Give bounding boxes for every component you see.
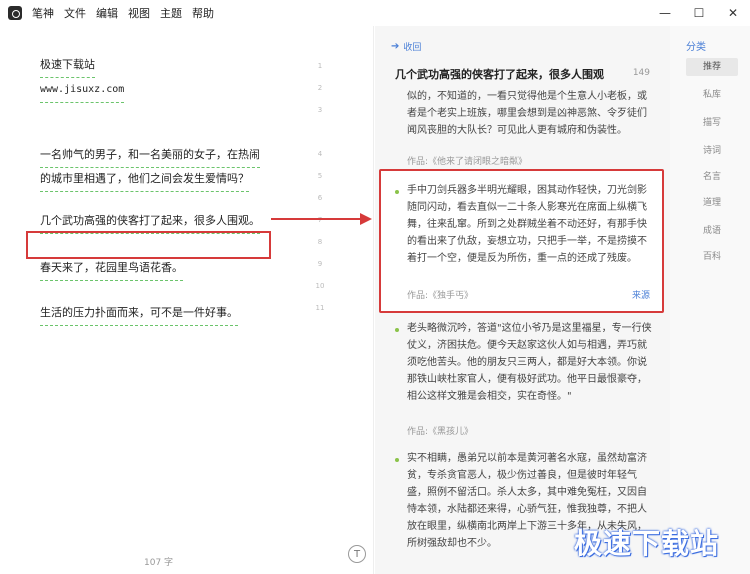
editor-line[interactable]: 生活的压力扑面而来，可不是一件好事。 bbox=[40, 302, 238, 326]
suggestion-card[interactable]: 老头略微沉吟，答道"这位小爷乃是这里福星，专一行侠仗义，济困扶危。便今天赵家这伙… bbox=[377, 320, 668, 450]
line-number: 5 bbox=[317, 172, 323, 180]
menu-theme[interactable]: 主题 bbox=[160, 5, 182, 21]
app-logo-icon bbox=[8, 6, 22, 20]
line-number: 4 bbox=[317, 150, 323, 158]
bullet-dot-icon bbox=[395, 190, 399, 194]
word-count: 107 字 bbox=[144, 558, 174, 568]
collapse-button[interactable]: ➔ 收回 bbox=[391, 40, 421, 53]
menu-edit[interactable]: 编辑 bbox=[96, 5, 118, 21]
menu-bishen[interactable]: 笔神 bbox=[32, 5, 54, 21]
category-reason[interactable]: 道理 bbox=[686, 194, 738, 212]
suggestion-card[interactable]: 似的，不知道的，一看只觉得他是个生意人小老板，或者是个老实上班族，哪里会想到是凶… bbox=[377, 84, 668, 172]
category-sidebar: 分类 推荐 私库 描写 诗词 名言 道理 成语 百科 bbox=[670, 26, 750, 574]
editor-line[interactable]: 春天来了，花园里鸟语花香。 bbox=[40, 257, 183, 281]
category-encyclopedia[interactable]: 百科 bbox=[686, 248, 738, 266]
watermark: 极速下载站 bbox=[574, 527, 720, 560]
bullet-dot-icon bbox=[395, 458, 399, 462]
text-style-button[interactable]: T bbox=[348, 545, 366, 563]
card-source: 作品:《黑孩儿》 bbox=[407, 427, 474, 437]
category-poetry[interactable]: 诗词 bbox=[686, 142, 738, 160]
paragraph-4[interactable]: 春天来了，花园里鸟语花香。 bbox=[40, 257, 183, 281]
editor-line[interactable]: www.jisuxz.com bbox=[40, 79, 125, 103]
category-quotes[interactable]: 名言 bbox=[686, 168, 738, 186]
source-link[interactable]: 来源 bbox=[632, 288, 650, 301]
window-controls: — ☐ ✕ bbox=[648, 0, 750, 26]
card-text: 手中刀剑兵器多半明光耀眼，困其动作轻快，刀光剑影随同闪动，看去直似一二十条人影寒… bbox=[407, 185, 647, 264]
bullet-dot-icon bbox=[395, 328, 399, 332]
annotation-arrow-line bbox=[271, 218, 363, 220]
paragraph-2[interactable]: 一名帅气的男子，和一名美丽的女子，在热闹 的城市里相遇了，他们之间会发生爱情吗？ bbox=[40, 144, 260, 192]
selection-highlight bbox=[26, 231, 271, 259]
card-source: 作品:《独手丐》 bbox=[407, 291, 474, 301]
menu-file[interactable]: 文件 bbox=[64, 5, 86, 21]
category-idiom[interactable]: 成语 bbox=[686, 222, 738, 240]
line-number: 10 bbox=[315, 282, 325, 290]
category-recommend[interactable]: 推荐 bbox=[686, 58, 738, 76]
line-number: 9 bbox=[317, 260, 323, 268]
annotation-arrow-head bbox=[360, 213, 372, 225]
collapse-label: 收回 bbox=[403, 43, 422, 53]
line-number: 8 bbox=[317, 238, 323, 246]
line-number: 6 bbox=[317, 194, 323, 202]
close-button[interactable]: ✕ bbox=[716, 0, 750, 26]
editor-line[interactable]: 一名帅气的男子，和一名美丽的女子，在热闹 bbox=[40, 144, 260, 168]
paragraph-5[interactable]: 生活的压力扑面而来，可不是一件好事。 bbox=[40, 302, 238, 326]
paragraph-1[interactable]: 极速下载站 www.jisuxz.com bbox=[40, 54, 125, 103]
editor-pane[interactable]: 极速下载站 www.jisuxz.com 一名帅气的男子，和一名美丽的女子，在热… bbox=[0, 26, 374, 574]
editor-line[interactable]: 极速下载站 bbox=[40, 54, 95, 78]
title-bar: 笔神 文件 编辑 视图 主题 帮助 — ☐ ✕ bbox=[0, 0, 750, 26]
line-number: 1 bbox=[317, 62, 323, 70]
card-text: 似的，不知道的，一看只觉得他是个生意人小老板，或者是个老实上班族，哪里会想到是凶… bbox=[407, 91, 647, 136]
card-source: 作品:《他来了请闭眼之暗粼》 bbox=[407, 157, 528, 167]
line-number: 11 bbox=[315, 304, 325, 312]
suggestion-card[interactable]: 手中刀剑兵器多半明光耀眼，困其动作轻快，刀光剑影随同闪动，看去直似一二十条人影寒… bbox=[377, 178, 668, 308]
line-number: 2 bbox=[317, 84, 323, 92]
editor-line[interactable]: 的城市里相遇了，他们之间会发生爱情吗？ bbox=[40, 168, 249, 192]
category-description[interactable]: 描写 bbox=[686, 114, 738, 132]
minimize-button[interactable]: — bbox=[648, 0, 682, 26]
line-number: 3 bbox=[317, 106, 323, 114]
menu-view[interactable]: 视图 bbox=[128, 5, 150, 21]
result-count: 149 bbox=[632, 68, 650, 78]
arrow-right-icon: ➔ bbox=[391, 41, 400, 52]
card-text: 老头略微沉吟，答道"这位小爷乃是这里福星，专一行侠仗义，济困扶危。便今天赵家这伙… bbox=[407, 323, 652, 402]
category-title: 分类 bbox=[686, 42, 706, 53]
menu-help[interactable]: 帮助 bbox=[192, 5, 214, 21]
suggestion-panel: ➔ 收回 几个武功高强的侠客打了起来，很多人围观 149 似的，不知道的，一看只… bbox=[375, 26, 670, 574]
maximize-button[interactable]: ☐ bbox=[682, 0, 716, 26]
panel-title: 几个武功高强的侠客打了起来，很多人围观 bbox=[395, 68, 604, 81]
category-private[interactable]: 私库 bbox=[686, 86, 738, 104]
